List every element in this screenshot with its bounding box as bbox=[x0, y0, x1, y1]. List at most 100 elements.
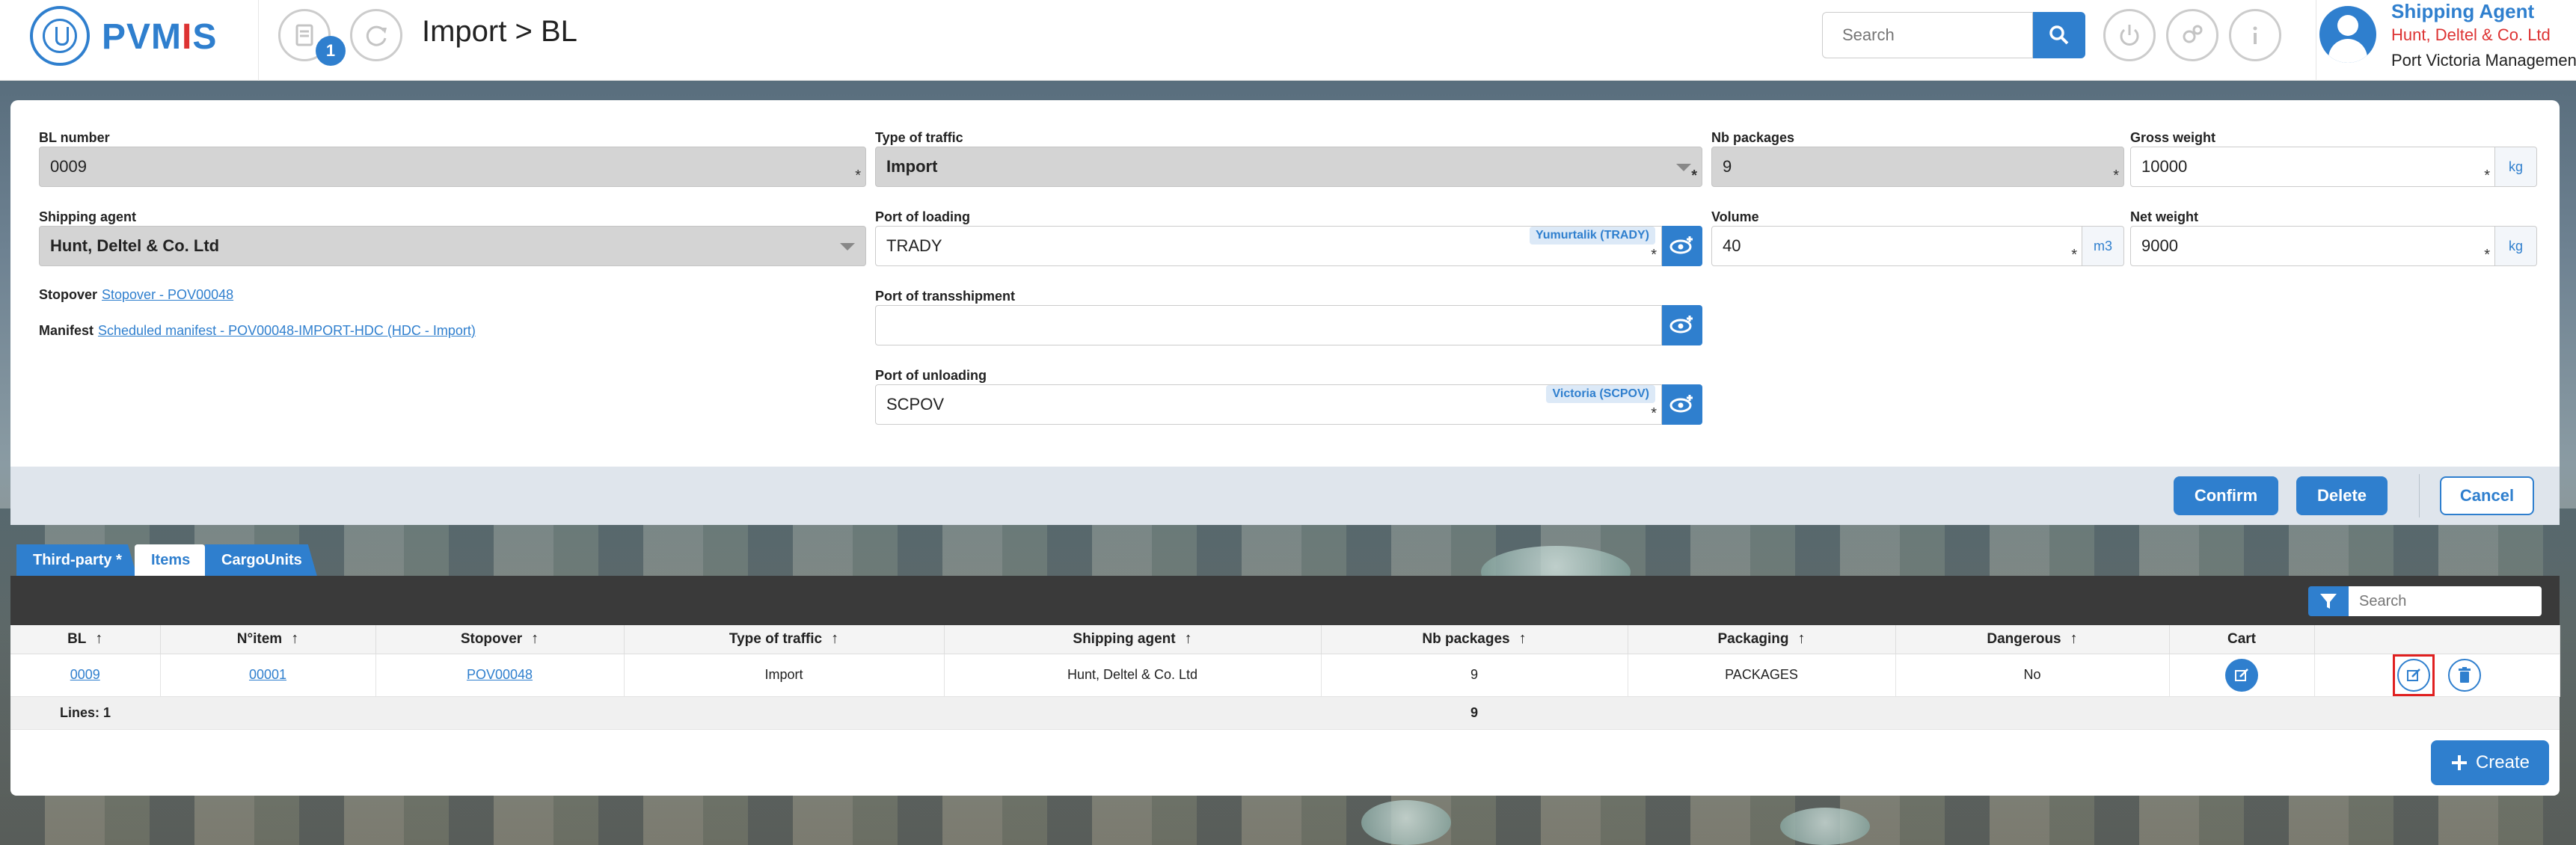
column-header-nb-packages[interactable]: Nb packages ↑ bbox=[1321, 625, 1628, 654]
header-search-input[interactable] bbox=[1822, 12, 2033, 58]
gross-weight-input[interactable]: 10000 * bbox=[2130, 147, 2495, 187]
tab-items[interactable]: Items bbox=[135, 544, 206, 576]
sort-arrow-icon[interactable]: ↑ bbox=[2070, 630, 2078, 648]
footer-packages-total: 9 bbox=[1321, 696, 1628, 730]
port-of-transshipment-label: Port of transshipment bbox=[875, 289, 1016, 304]
settings-button[interactable] bbox=[2166, 9, 2218, 61]
logo-text: PVMIS bbox=[102, 17, 218, 57]
background-tank bbox=[1780, 808, 1870, 845]
user-role: Shipping Agent bbox=[2391, 0, 2535, 22]
logo-emblem-icon bbox=[30, 6, 90, 66]
gross-weight-unit: kg bbox=[2495, 147, 2537, 187]
required-marker: * bbox=[2484, 168, 2490, 184]
tab-cargounits[interactable]: CargoUnits bbox=[205, 544, 317, 576]
delete-row-button[interactable] bbox=[2447, 658, 2481, 692]
power-icon bbox=[2120, 25, 2139, 46]
port-of-unloading-input[interactable]: SCPOV Victoria (SCPOV) * bbox=[875, 384, 1662, 425]
filter-button[interactable] bbox=[2308, 586, 2349, 616]
cart-edit-button[interactable] bbox=[2225, 658, 2258, 692]
gross-weight-value: 10000 bbox=[2141, 157, 2188, 176]
divider bbox=[2419, 474, 2420, 517]
grid-toolbar bbox=[10, 576, 2560, 625]
nb-packages-field: 9 * bbox=[1711, 147, 2124, 187]
refresh-button[interactable] bbox=[350, 9, 402, 61]
shipping-agent-label: Shipping agent bbox=[39, 209, 136, 224]
footer-spacer bbox=[375, 696, 1321, 730]
bl-form-panel: BL number 0009 * Type of traffic Import … bbox=[10, 100, 2560, 467]
nb-packages-label: Nb packages bbox=[1711, 130, 1795, 145]
type-of-traffic-value: Import bbox=[886, 157, 938, 176]
stopover-row-link[interactable]: POV00048 bbox=[467, 667, 533, 682]
delete-button[interactable]: Delete bbox=[2296, 476, 2388, 515]
header-search-button[interactable] bbox=[2033, 12, 2085, 58]
sort-arrow-icon[interactable]: ↑ bbox=[291, 630, 298, 648]
sort-arrow-icon[interactable]: ↑ bbox=[1519, 630, 1527, 648]
manifest-link[interactable]: Scheduled manifest - POV00048-IMPORT-HDC… bbox=[98, 323, 476, 338]
create-label: Create bbox=[2475, 752, 2530, 772]
sort-arrow-icon[interactable]: ↑ bbox=[1798, 630, 1806, 648]
document-icon bbox=[295, 24, 313, 46]
volume-label: Volume bbox=[1711, 209, 1759, 224]
column-header-bl[interactable]: BL ↑ bbox=[10, 625, 161, 654]
volume-value: 40 bbox=[1723, 236, 1741, 255]
required-marker: * bbox=[855, 168, 861, 184]
net-weight-value: 9000 bbox=[2141, 236, 2178, 255]
required-marker: * bbox=[2113, 168, 2119, 184]
stopover-link[interactable]: Stopover - POV00048 bbox=[102, 287, 233, 302]
column-header-item[interactable]: N°item ↑ bbox=[160, 625, 376, 654]
cell-item: 00001 bbox=[160, 654, 376, 697]
cancel-button[interactable]: Cancel bbox=[2440, 476, 2534, 515]
create-button[interactable]: Create bbox=[2431, 740, 2549, 785]
logo[interactable]: PVMIS bbox=[0, 0, 259, 81]
manifest-line: Manifest Scheduled manifest - POV00048-IM… bbox=[39, 323, 476, 339]
port-of-loading-input[interactable]: TRADY Yumurtalik (TRADY) * bbox=[875, 226, 1662, 266]
volume-unit: m3 bbox=[2082, 226, 2124, 266]
required-marker: * bbox=[1691, 168, 1697, 184]
edit-row-button[interactable] bbox=[2397, 658, 2431, 692]
grid-search-input[interactable] bbox=[2349, 586, 2542, 616]
sort-arrow-icon[interactable]: ↑ bbox=[1185, 630, 1192, 648]
info-icon bbox=[2253, 26, 2257, 44]
port-of-transshipment-lookup-button[interactable] bbox=[1662, 305, 1702, 345]
form-actions-bar: Confirm Delete Cancel bbox=[10, 467, 2560, 525]
refresh-icon bbox=[366, 25, 387, 46]
net-weight-unit: kg bbox=[2495, 226, 2537, 266]
column-header-dangerous[interactable]: Dangerous ↑ bbox=[1895, 625, 2170, 654]
cell-bl: 0009 bbox=[10, 654, 161, 697]
cell-stopover: POV00048 bbox=[375, 654, 625, 697]
cell-cart bbox=[2169, 654, 2315, 697]
column-header-stopover[interactable]: Stopover ↑ bbox=[375, 625, 625, 654]
logout-button[interactable] bbox=[2103, 9, 2156, 61]
bl-link[interactable]: 0009 bbox=[70, 667, 100, 682]
item-link[interactable]: 00001 bbox=[249, 667, 286, 682]
net-weight-input[interactable]: 9000 * bbox=[2130, 226, 2495, 266]
sort-arrow-icon[interactable]: ↑ bbox=[831, 630, 838, 648]
bl-number-field: 0009 * bbox=[39, 147, 866, 187]
port-of-transshipment-input[interactable] bbox=[875, 305, 1662, 345]
cell-shipping-agent: Hunt, Deltel & Co. Ltd bbox=[944, 654, 1322, 697]
tab-third-party[interactable]: Third-party * bbox=[16, 544, 137, 576]
volume-input[interactable]: 40 * bbox=[1711, 226, 2082, 266]
column-header-type-of-traffic[interactable]: Type of traffic ↑ bbox=[624, 625, 945, 654]
sort-arrow-icon[interactable]: ↑ bbox=[95, 630, 102, 648]
user-agent: Hunt, Deltel & Co. Ltd bbox=[2391, 25, 2551, 44]
info-button[interactable] bbox=[2229, 9, 2281, 61]
port-of-loading-lookup-button[interactable] bbox=[1662, 226, 1702, 266]
shipping-agent-value: Hunt, Deltel & Co. Ltd bbox=[50, 236, 220, 255]
edit-highlight bbox=[2393, 654, 2435, 696]
confirm-button[interactable]: Confirm bbox=[2174, 476, 2278, 515]
sort-arrow-icon[interactable]: ↑ bbox=[531, 630, 539, 648]
net-weight-label: Net weight bbox=[2130, 209, 2199, 224]
column-header-packaging[interactable]: Packaging ↑ bbox=[1628, 625, 1896, 654]
port-of-loading-label: Port of loading bbox=[875, 209, 970, 224]
port-of-unloading-lookup-button[interactable] bbox=[1662, 384, 1702, 425]
required-marker: * bbox=[1651, 247, 1657, 263]
items-table: BL ↑ N°item ↑ Stopover ↑ Type of traffic ↑ S… bbox=[10, 625, 2560, 730]
edit-icon bbox=[2235, 668, 2248, 681]
eye-plus-icon bbox=[1669, 236, 1693, 254]
avatar-icon[interactable] bbox=[2319, 6, 2376, 63]
bl-number-value: 0009 bbox=[50, 157, 87, 176]
column-header-shipping-agent[interactable]: Shipping agent ↑ bbox=[944, 625, 1322, 654]
table-footer-row: Lines: 1 9 bbox=[10, 696, 2560, 730]
table-row[interactable]: 0009 00001 POV00048 Import Hunt, Deltel … bbox=[10, 654, 2560, 697]
